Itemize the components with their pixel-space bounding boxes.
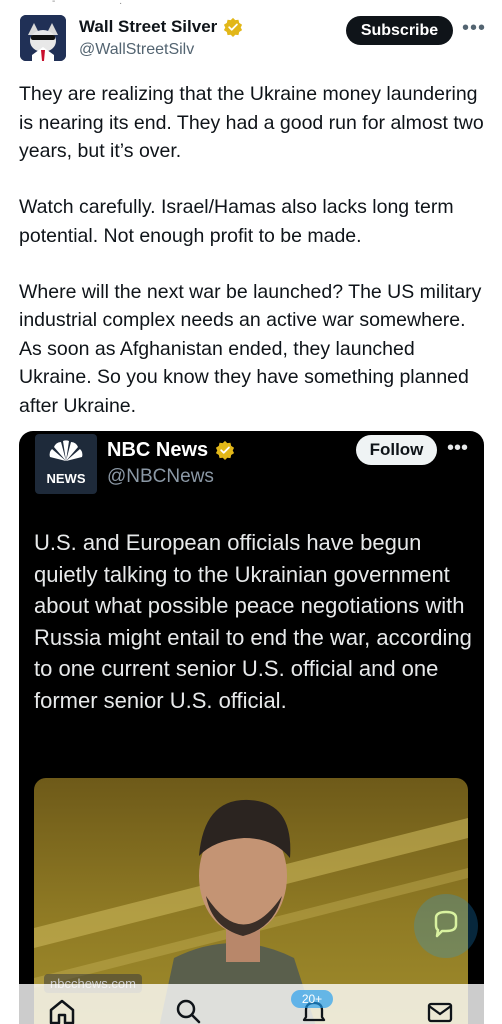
follow-button[interactable]: Follow: [356, 435, 437, 465]
nbc-news-logo[interactable]: NEWS: [35, 434, 97, 494]
messages-icon[interactable]: [426, 998, 454, 1024]
home-icon[interactable]: [48, 998, 76, 1024]
tweet-header: Wall Street Silver @WallStreetSilv Subsc…: [0, 0, 502, 70]
tweet-paragraph: Where will the next war be launched? The…: [19, 280, 482, 417]
search-icon[interactable]: [174, 998, 202, 1024]
notification-count-badge: 20+: [291, 990, 333, 1008]
more-options-icon[interactable]: •••: [462, 18, 486, 38]
peacock-icon: NEWS: [47, 440, 86, 486]
wolf-avatar-icon: [20, 15, 66, 61]
gold-verified-badge-icon: [215, 440, 235, 460]
bottom-navigation: [0, 984, 502, 1024]
author-display-name[interactable]: Wall Street Silver: [79, 17, 217, 37]
more-options-icon[interactable]: •••: [447, 438, 468, 458]
quoted-tweet-text: U.S. and European officials have begun q…: [34, 530, 472, 713]
chat-bubble-icon: [434, 910, 458, 938]
tweet-body: They are realizing that the Ukraine mone…: [19, 80, 489, 420]
author-handle[interactable]: @WallStreetSilv: [79, 41, 194, 59]
logo-text: NEWS: [47, 471, 86, 486]
compose-button[interactable]: [414, 894, 478, 958]
tweet-paragraph: They are realizing that the Ukraine mone…: [19, 83, 484, 162]
avatar[interactable]: [20, 15, 66, 61]
gold-verified-badge-icon: [223, 17, 243, 37]
subscribe-button[interactable]: Subscribe: [346, 16, 453, 45]
quoted-author-handle[interactable]: @NBCNews: [107, 466, 214, 488]
quoted-author-display-name[interactable]: NBC News: [107, 439, 208, 462]
tweet-paragraph: Watch carefully. Israel/Hamas also lacks…: [19, 196, 454, 247]
